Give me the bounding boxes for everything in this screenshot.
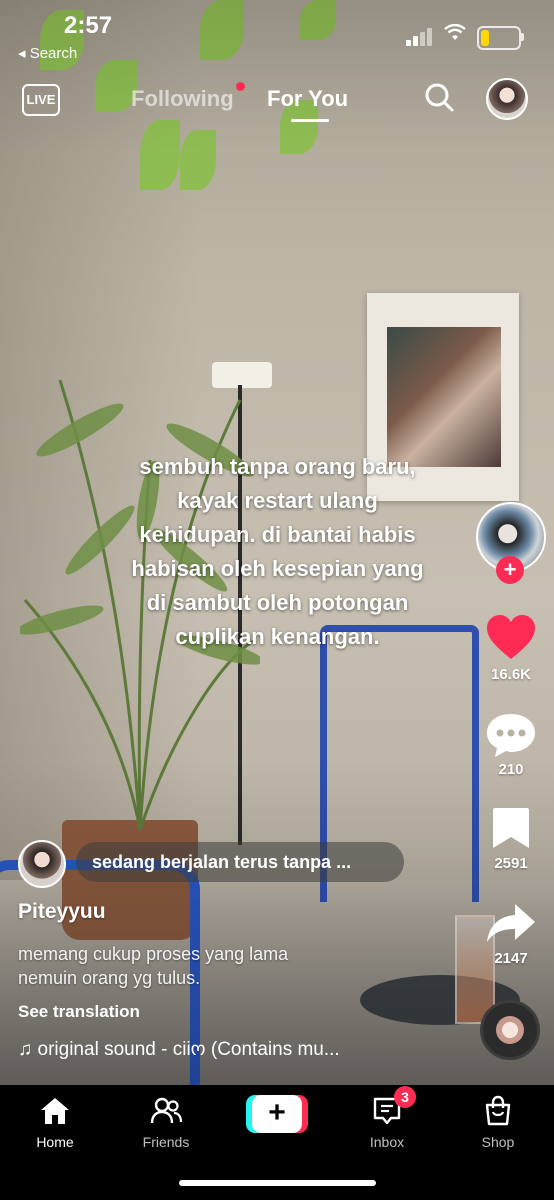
caption-line: kehidupan. di bantai habis [139, 522, 416, 547]
status-bar: 2:57 ◂ Search [0, 0, 554, 70]
user-avatar[interactable] [486, 78, 528, 120]
now-playing-avatar [18, 840, 66, 888]
share-arrow-icon[interactable] [485, 902, 537, 944]
friends-icon [150, 1097, 182, 1124]
live-button[interactable]: LIVE [22, 84, 60, 116]
comment-count: 210 [498, 761, 524, 778]
video-caption: sembuh tanpa orang baru, kayak restart u… [100, 450, 455, 654]
home-icon [41, 1098, 69, 1124]
inbox-badge: 3 [394, 1086, 416, 1108]
description-line: nemuin orang yg tulus. [18, 968, 201, 988]
now-playing-pill[interactable]: sedang berjalan terus tanpa ... [76, 842, 404, 882]
now-playing-text: sedang berjalan terus tanpa ... [92, 852, 352, 872]
shop-bag-icon [485, 1095, 511, 1126]
like-count: 16.6K [490, 666, 532, 683]
nav-shop-label: Shop [481, 1134, 515, 1150]
top-nav: LIVE Following For You [0, 72, 554, 132]
status-time: 2:57 [64, 12, 113, 39]
music-disc-icon[interactable] [480, 1000, 540, 1060]
nav-home-label: Home [36, 1134, 74, 1150]
tab-for-you[interactable]: For You [267, 86, 348, 112]
nav-friends-label: Friends [142, 1134, 190, 1150]
bookmark-icon[interactable] [485, 806, 537, 850]
home-indicator [179, 1180, 376, 1186]
caption-line: sembuh tanpa orang baru, [139, 454, 416, 479]
post-username[interactable]: Piteyyuu [18, 900, 106, 924]
description-line: memang cukup proses yang lama [18, 944, 289, 964]
caption-line: cuplikan kenangan. [175, 624, 380, 649]
bookmark-count: 2591 [494, 855, 528, 872]
like-heart-icon[interactable] [485, 614, 537, 662]
nav-inbox-label: Inbox [369, 1134, 405, 1150]
tab-following[interactable]: Following [131, 86, 234, 112]
battery-tip [521, 33, 524, 41]
battery-icon [477, 26, 521, 50]
post-description: memang cukup proses yang lama nemuin ora… [18, 942, 438, 990]
caption-line: kayak restart ulang [177, 488, 378, 513]
follow-plus-button[interactable]: + [496, 556, 524, 584]
cellular-signal-icon [406, 28, 434, 46]
active-tab-indicator [291, 119, 329, 122]
search-icon[interactable] [424, 82, 454, 112]
wifi-icon [444, 24, 466, 40]
caption-line: habisan oleh kesepian yang [131, 556, 424, 581]
comment-icon[interactable] [485, 712, 537, 758]
see-translation-link[interactable]: See translation [18, 1002, 140, 1022]
following-notification-dot [236, 82, 245, 91]
original-sound-link[interactable]: ♫ original sound - ciiო (Contains mu... [18, 1038, 398, 1061]
back-to-search-link[interactable]: ◂ Search [18, 44, 77, 62]
create-button[interactable]: + [246, 1095, 308, 1133]
plus-icon: + [252, 1095, 302, 1133]
caption-line: di sambut oleh potongan [146, 590, 409, 615]
now-playing-bar[interactable]: sedang berjalan terus tanpa ... [18, 840, 408, 888]
share-count: 2147 [494, 950, 528, 967]
